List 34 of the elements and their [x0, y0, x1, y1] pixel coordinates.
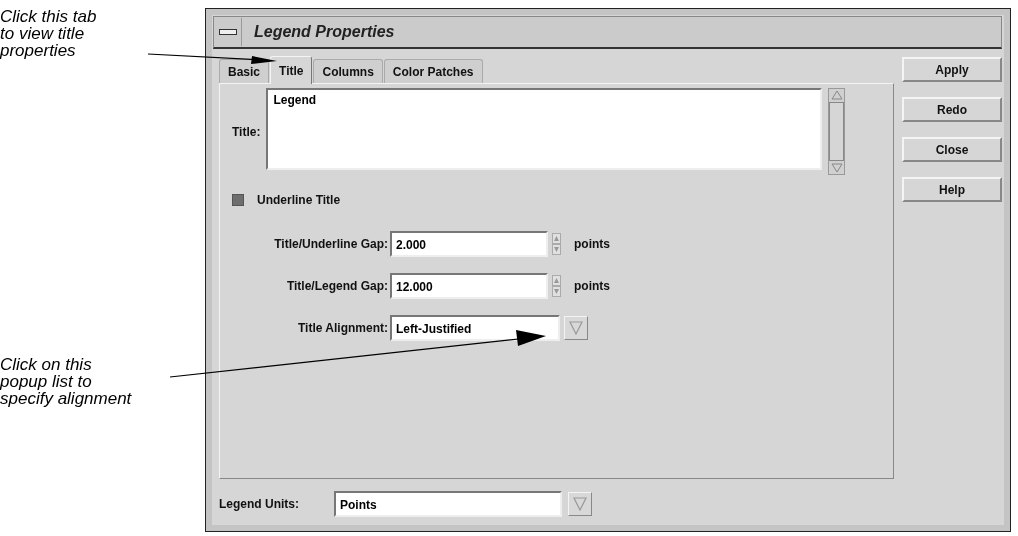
- tab[interactable]: Basic: [219, 59, 270, 83]
- field-label: Title/Underline Gap:: [274, 237, 388, 251]
- callout-text: Click this tab to view title properties: [0, 8, 97, 59]
- dialog-button[interactable]: Redo: [902, 97, 1002, 122]
- window-title: Legend Properties: [254, 23, 395, 41]
- title-text-area[interactable]: Legend: [266, 88, 823, 170]
- spinner-arrows-icon[interactable]: [552, 275, 561, 297]
- dropdown-field[interactable]: Left-Justified: [390, 315, 560, 341]
- checkbox[interactable]: [232, 194, 244, 206]
- dialog-button[interactable]: Apply: [902, 57, 1002, 82]
- tab[interactable]: Title: [270, 56, 313, 84]
- spinner-arrows-icon[interactable]: [552, 233, 561, 255]
- unit-label: points: [574, 237, 610, 251]
- tab[interactable]: Color Patches: [383, 59, 483, 83]
- unit-label: points: [574, 279, 610, 293]
- number-field[interactable]: 2.000: [390, 231, 548, 257]
- tab[interactable]: Columns: [313, 59, 383, 83]
- number-field[interactable]: 12.000: [390, 273, 548, 299]
- dropdown-button[interactable]: [564, 316, 588, 340]
- scroll-up-icon[interactable]: [829, 90, 844, 100]
- field-label: Title Alignment:: [298, 321, 388, 335]
- callout-text: Click on this popup list to specify alignment: [0, 356, 132, 407]
- scroll-down-icon[interactable]: [829, 163, 844, 173]
- field-label: Title/Legend Gap:: [286, 279, 388, 293]
- scrollbar[interactable]: [828, 88, 846, 175]
- dialog-button[interactable]: Close: [902, 137, 1002, 162]
- field-label: Legend Units:: [219, 497, 300, 511]
- dialog-button[interactable]: Help: [902, 177, 1002, 202]
- triangle-down-icon: [569, 321, 583, 335]
- checkbox-label: Underline Title: [257, 193, 341, 207]
- triangle-down-icon: [573, 497, 587, 511]
- field-label: Title:: [232, 124, 261, 139]
- dropdown-button[interactable]: [568, 492, 592, 516]
- dropdown-field[interactable]: Points: [334, 491, 562, 517]
